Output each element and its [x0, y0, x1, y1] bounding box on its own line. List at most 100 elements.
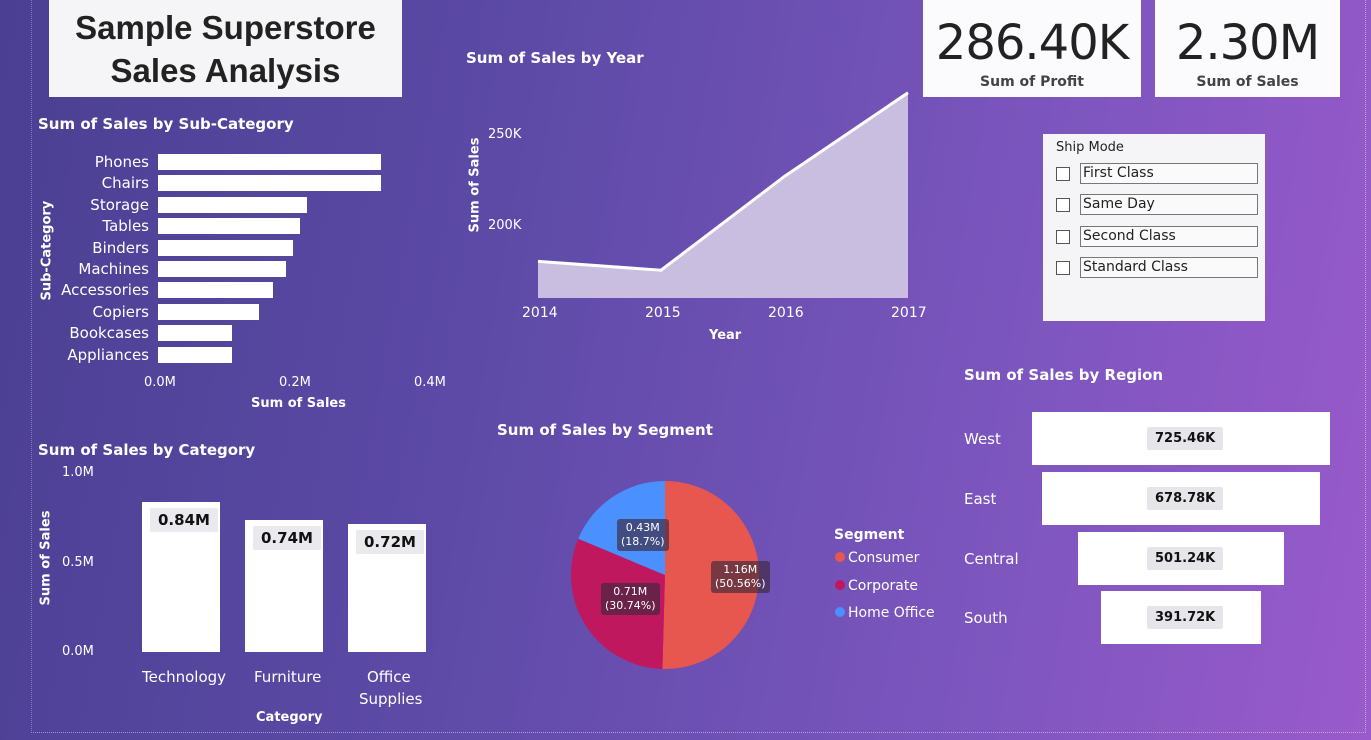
subcategory-label: Machines [78, 260, 149, 278]
subcategory-bar[interactable] [158, 303, 260, 320]
subcategory-label: Accessories [61, 281, 149, 300]
report-title-line2: Sales Analysis [110, 51, 341, 89]
year-y-tick-250k: 250K [488, 127, 522, 142]
ship-mode-option-standard-class[interactable]: Standard Class [1056, 257, 1258, 278]
subcategory-label: Chairs [101, 174, 149, 193]
checkbox[interactable] [1056, 260, 1070, 275]
pie-data-label-value: 0.71M [613, 585, 648, 598]
subcategory-y-axis-title: Sub-Category [39, 200, 55, 301]
kpi-sales-label: Sum of Sales [1196, 74, 1299, 90]
checkbox[interactable] [1056, 197, 1070, 212]
year-chart-title: Sum of Sales by Year [466, 49, 644, 67]
year-x-tick-2014: 2014 [522, 305, 558, 321]
pie-data-label-percent: (18.7%) [621, 535, 665, 548]
legend-dot-corporate [835, 580, 845, 590]
category-y-tick-0.0: 0.0M [62, 644, 94, 659]
subcategory-chart-title: Sum of Sales by Sub-Category [38, 115, 294, 133]
subcategory-label: Phones [94, 153, 149, 171]
pie-data-label-value: 1.16M [723, 563, 758, 576]
subcategory-label: Binders [92, 238, 149, 257]
subcategory-label: Appliances [67, 345, 149, 364]
subcategory-bar[interactable] [158, 325, 233, 342]
kpi-profit-label: Sum of Profit [980, 74, 1084, 90]
category-y-tick-1.0: 1.0M [62, 465, 94, 480]
pie-data-label: 1.16M (50.56%) [711, 561, 770, 593]
subcategory-label: Storage [90, 195, 149, 214]
region-label: Central [964, 549, 1019, 568]
region-data-label: 725.46K [1147, 427, 1224, 450]
pie-data-label: 0.43M (18.7%) [617, 519, 669, 551]
pie-data-label-percent: (30.74%) [605, 599, 656, 612]
ship-mode-option-second-class[interactable]: Second Class [1056, 226, 1258, 247]
kpi-sales-value: 2.30M [1175, 15, 1320, 71]
subcategory-bar[interactable] [158, 282, 273, 299]
subcategory-x-axis-title: Sum of Sales [251, 396, 346, 411]
kpi-profit-value: 286.40K [935, 15, 1129, 71]
category-x-label-office-1: Office [367, 668, 411, 686]
category-y-axis-title: Sum of Sales [38, 510, 54, 606]
option-label: First Class [1080, 163, 1258, 184]
legend-dot-consumer [835, 552, 845, 562]
kpi-card-sales[interactable]: 2.30M Sum of Sales [1155, 0, 1340, 97]
year-area-svg [537, 91, 909, 298]
category-data-label: 0.74M [253, 526, 321, 551]
year-x-tick-2017: 2017 [891, 305, 927, 321]
category-x-label-technology: Technology [142, 668, 227, 686]
region-data-label: 501.24K [1147, 546, 1224, 570]
category-data-label: 0.84M [150, 508, 218, 533]
ship-mode-slicer[interactable]: Ship Mode First Class Same Day Second Cl… [1043, 134, 1265, 321]
ship-mode-option-first-class[interactable]: First Class [1056, 163, 1258, 184]
subcategory-label: Tables [102, 217, 149, 236]
report-title-line1: Sample Superstore [75, 8, 376, 46]
subcategory-bar[interactable] [158, 154, 381, 170]
segment-legend-title: Segment [834, 527, 905, 543]
subcategory-tick-2: 0.4M [414, 375, 446, 390]
ship-mode-option-same-day[interactable]: Same Day [1056, 194, 1258, 215]
pie-data-label: 0.71M (30.74%) [601, 583, 660, 615]
category-x-label-office-2: Supplies [359, 690, 423, 708]
subcategory-bar[interactable] [158, 346, 233, 363]
subcategory-tick-1: 0.2M [279, 375, 311, 390]
ship-mode-title: Ship Mode [1056, 140, 1124, 155]
year-y-axis-title: Sum of Sales [467, 137, 483, 233]
option-label: Standard Class [1080, 257, 1258, 278]
pie-data-label-value: 0.43M [625, 521, 660, 534]
legend-dot-home-office [835, 607, 845, 617]
region-data-label: 678.78K [1147, 486, 1224, 510]
year-x-axis-title: Year [709, 328, 742, 343]
subcategory-tick-0: 0.0M [144, 375, 176, 390]
option-label: Second Class [1080, 226, 1258, 247]
subcategory-label: Bookcases [69, 324, 149, 343]
legend-label-consumer: Consumer [848, 550, 920, 566]
category-x-axis-title: Category [256, 710, 323, 725]
year-area-fill [538, 92, 908, 298]
region-chart-title: Sum of Sales by Region [964, 366, 1164, 384]
region-label: West [964, 430, 1001, 448]
legend-label-home-office: Home Office [848, 605, 935, 621]
year-x-tick-2016: 2016 [768, 305, 804, 321]
report-title-card: Sample Superstore Sales Analysis [49, 0, 402, 97]
option-label: Same Day [1080, 194, 1258, 215]
region-data-label: 391.72K [1147, 606, 1224, 630]
category-chart-title: Sum of Sales by Category [38, 441, 256, 459]
category-data-label: 0.72M [356, 529, 424, 554]
legend-item-corporate[interactable]: Corporate [835, 578, 918, 594]
legend-item-home-office[interactable]: Home Office [835, 605, 935, 621]
subcategory-bar[interactable] [158, 218, 300, 235]
subcategory-label: Copiers [92, 302, 149, 321]
checkbox[interactable] [1056, 166, 1070, 181]
legend-label-corporate: Corporate [848, 578, 918, 594]
year-x-tick-2015: 2015 [645, 305, 681, 321]
checkbox[interactable] [1056, 229, 1070, 244]
kpi-card-profit[interactable]: 286.40K Sum of Profit [923, 0, 1141, 97]
region-label: East [964, 489, 997, 508]
category-x-label-furniture: Furniture [254, 668, 322, 686]
year-y-tick-200k: 200K [488, 218, 522, 233]
subcategory-bar[interactable] [158, 175, 381, 192]
subcategory-bar[interactable] [158, 196, 307, 213]
legend-item-consumer[interactable]: Consumer [835, 550, 919, 566]
region-label: South [964, 609, 1008, 628]
subcategory-bar[interactable] [158, 261, 287, 277]
pie-data-label-percent: (50.56%) [715, 577, 766, 590]
subcategory-bar[interactable] [158, 239, 293, 256]
